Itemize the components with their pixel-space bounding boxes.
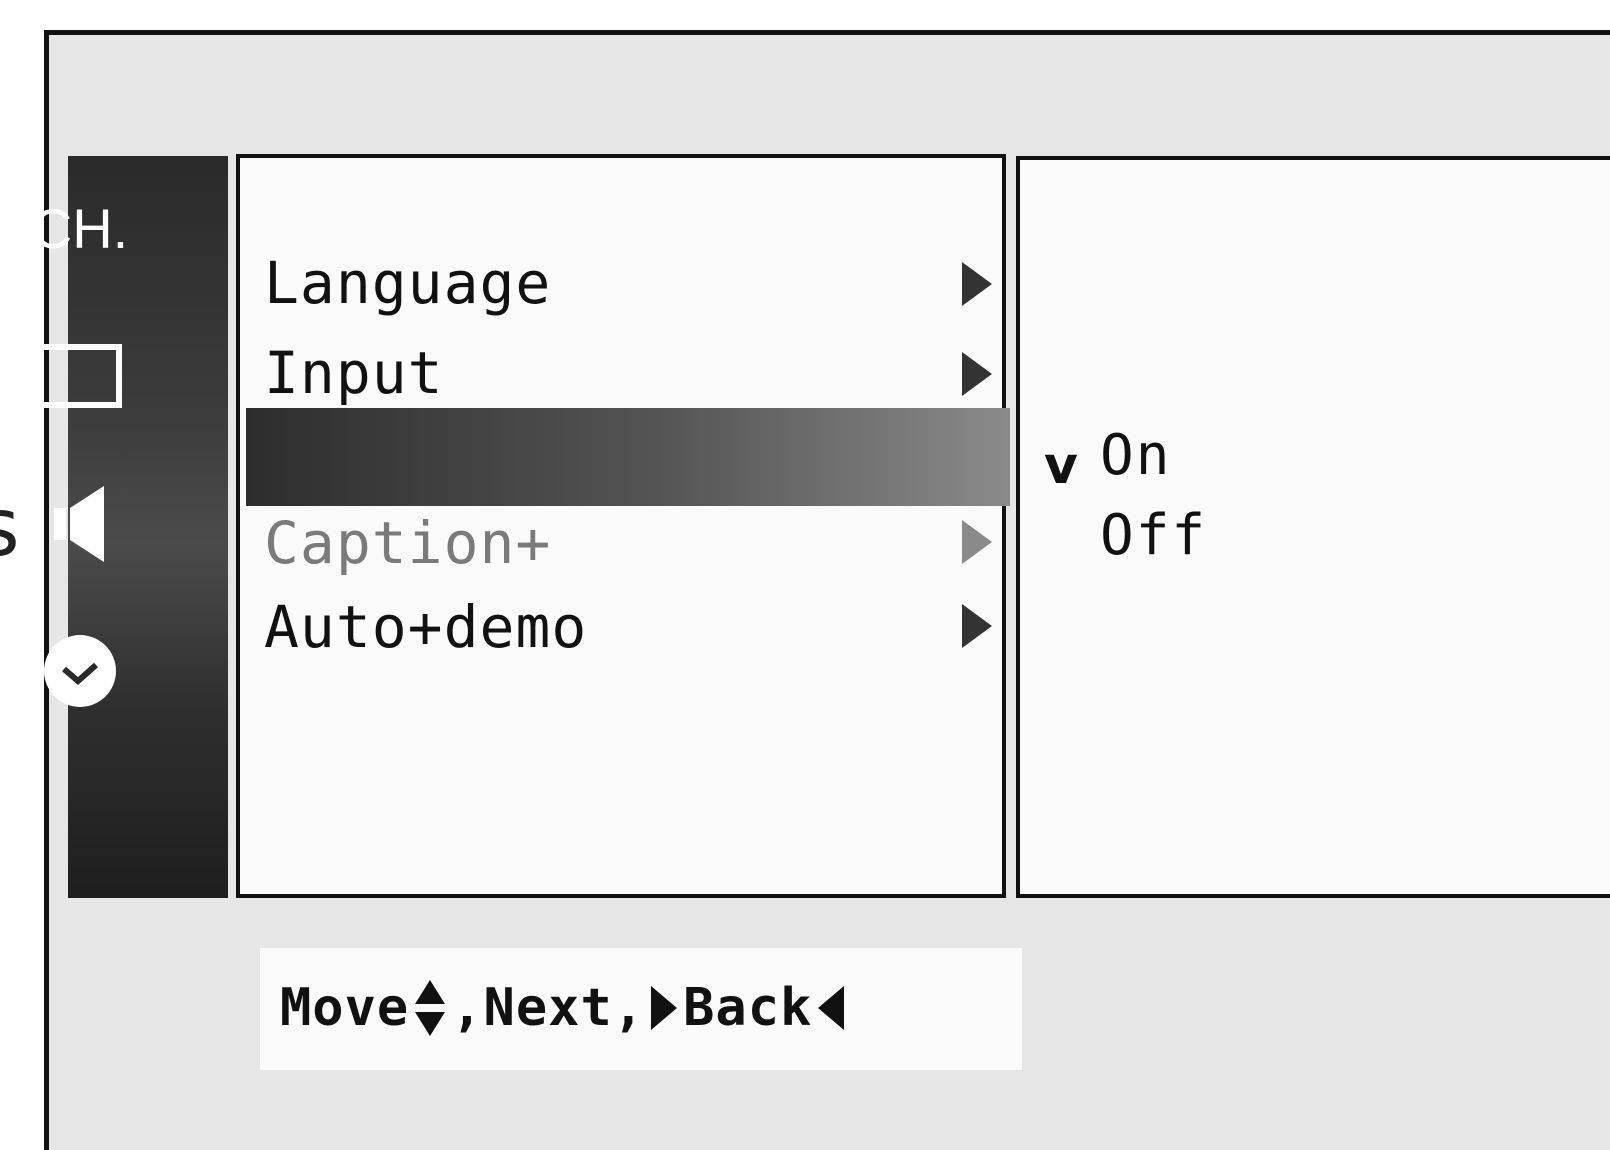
hint-move-label: Move [280, 978, 410, 1038]
submenu-option-off[interactable]: Off [1100, 508, 1207, 564]
menu-item-selected-highlight[interactable] [246, 408, 1010, 506]
right-arrow-icon [651, 986, 678, 1030]
sidebar-item-channel[interactable]: CH. [0, 196, 160, 261]
up-down-arrow-icon [415, 980, 446, 1036]
menu-item-auto-demo[interactable]: Auto+demo [264, 598, 587, 656]
hint-back-label: Back [683, 978, 813, 1038]
speaker-icon [54, 486, 104, 562]
sidebar-item-audio[interactable] [0, 484, 160, 564]
check-icon: v [1044, 436, 1078, 496]
hint-next-label: Next [483, 978, 613, 1038]
hint-separator: , [451, 978, 484, 1038]
chevron-right-icon [962, 520, 992, 564]
hint-separator: , [612, 978, 646, 1038]
screen-icon [38, 344, 122, 408]
submenu-option-on[interactable]: On [1100, 428, 1171, 484]
menu-item-input[interactable]: Input [264, 344, 444, 402]
left-arrow-icon [818, 986, 845, 1030]
menu-item-caption[interactable]: Caption+ [264, 514, 551, 572]
sidebar-item-picture[interactable] [0, 344, 160, 408]
sidebar-item-time[interactable] [0, 630, 160, 712]
chevron-right-icon [962, 262, 992, 306]
menu-item-language[interactable]: Language [264, 254, 551, 312]
clock-icon [44, 635, 116, 707]
nav-hint: Move , Next , Back [280, 976, 850, 1040]
chevron-right-icon [962, 352, 992, 396]
chevron-right-icon [962, 604, 992, 648]
